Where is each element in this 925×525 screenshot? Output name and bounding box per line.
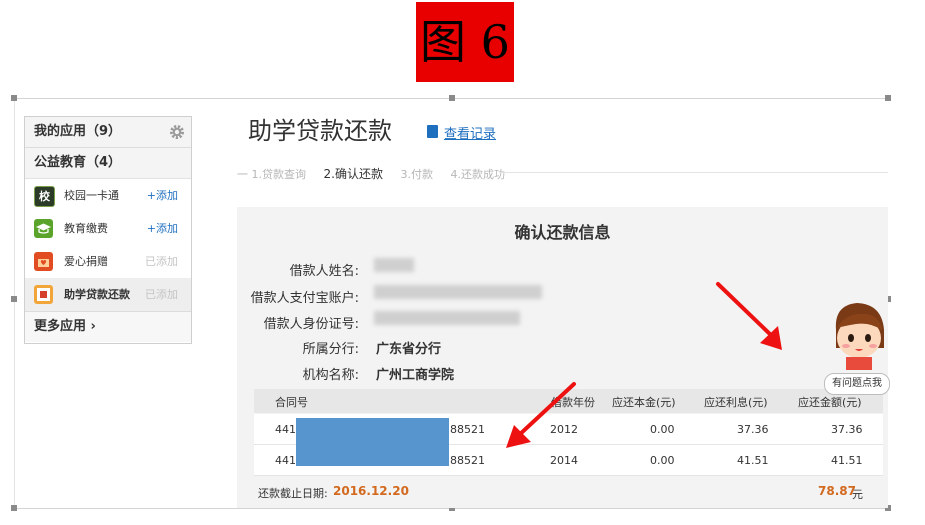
added-status: 已添加 bbox=[145, 288, 178, 301]
redaction-box bbox=[296, 418, 449, 466]
sidebar-item-label: 助学贷款还款 bbox=[64, 288, 130, 301]
campus-card-icon: 校 bbox=[34, 186, 55, 207]
total-amount: 78.87 bbox=[818, 484, 856, 498]
institution-value: 广州工商学院 bbox=[376, 368, 455, 383]
student-loan-icon bbox=[34, 285, 53, 304]
sidebar-item-education-fee[interactable]: 教育缴费 +添加 bbox=[25, 212, 191, 245]
add-app-link[interactable]: +添加 bbox=[147, 179, 178, 212]
id-number-blurred bbox=[374, 311, 520, 325]
annotation-arrow bbox=[506, 382, 576, 448]
step-2-current: 2.确认还款 bbox=[323, 167, 383, 181]
resize-handle[interactable] bbox=[11, 505, 17, 511]
gear-icon[interactable] bbox=[169, 124, 185, 140]
sidebar-item-campus-card[interactable]: 校 校园一卡通 +添加 bbox=[25, 179, 191, 212]
col-amount: 应还金额(元) bbox=[798, 396, 862, 409]
steps-divider bbox=[500, 172, 888, 173]
resize-handle[interactable] bbox=[449, 95, 455, 101]
help-button[interactable]: 有问题点我 bbox=[824, 373, 890, 395]
more-apps-link[interactable]: 更多应用 › bbox=[25, 311, 191, 342]
step-3: 3.付款 bbox=[400, 168, 433, 181]
interest: 41.51 bbox=[737, 454, 769, 467]
view-records-link[interactable]: 查看记录 bbox=[444, 123, 496, 142]
interest: 37.36 bbox=[737, 423, 769, 436]
branch-label: 所属分行: bbox=[302, 342, 359, 357]
contract-suffix: 88521 bbox=[450, 454, 485, 467]
added-status: 已添加 bbox=[145, 255, 178, 268]
my-apps-label: 我的应用（9） bbox=[34, 124, 122, 139]
page-title: 助学贷款还款 bbox=[248, 117, 392, 145]
principal: 0.00 bbox=[650, 423, 675, 436]
figure-label: 图 6 bbox=[416, 2, 514, 82]
col-contract: 合同号 bbox=[275, 396, 308, 409]
record-icon bbox=[427, 125, 438, 138]
sidebar-item-charity[interactable]: 爱心捐赠 已添加 bbox=[25, 245, 191, 278]
sidebar: 我的应用（9） 公益教育（4） 校 校园一卡通 +添加 教育缴费 +添加 爱心捐… bbox=[24, 116, 192, 344]
contract-prefix: 441 bbox=[275, 423, 296, 436]
currency-unit: 元 bbox=[852, 488, 863, 501]
institution-label: 机构名称: bbox=[302, 368, 359, 383]
section-header[interactable]: 公益教育（4） bbox=[25, 148, 191, 179]
help-mascot-icon[interactable] bbox=[826, 300, 888, 370]
contract-prefix: 441 bbox=[275, 454, 296, 467]
add-app-link[interactable]: +添加 bbox=[147, 212, 178, 245]
principal: 0.00 bbox=[650, 454, 675, 467]
graduation-cap-icon bbox=[34, 219, 53, 238]
deadline-label: 还款截止日期: bbox=[258, 487, 328, 500]
heart-gift-icon bbox=[34, 252, 53, 271]
borrower-name-label: 借款人姓名: bbox=[289, 264, 359, 279]
col-interest: 应还利息(元) bbox=[704, 396, 768, 409]
borrower-name-blurred bbox=[374, 258, 414, 272]
amount: 37.36 bbox=[831, 423, 863, 436]
col-principal: 应还本金(元) bbox=[612, 396, 676, 409]
resize-handle[interactable] bbox=[11, 296, 17, 302]
deadline-date: 2016.12.20 bbox=[333, 484, 409, 498]
step-1: 一 1.贷款查询 bbox=[237, 168, 306, 181]
alipay-account-label: 借款人支付宝账户: bbox=[250, 291, 359, 306]
progress-steps: 一 1.贷款查询 2.确认还款 3.付款 4.还款成功 bbox=[237, 165, 519, 182]
frame-left-border bbox=[14, 98, 15, 510]
branch-value: 广东省分行 bbox=[376, 342, 442, 357]
loan-year: 2014 bbox=[550, 454, 578, 467]
resize-handle[interactable] bbox=[885, 95, 891, 101]
alipay-account-blurred bbox=[374, 285, 542, 299]
amount: 41.51 bbox=[831, 454, 863, 467]
panel-title: 确认还款信息 bbox=[514, 223, 611, 242]
my-apps-header[interactable]: 我的应用（9） bbox=[25, 117, 191, 148]
sidebar-item-label: 教育缴费 bbox=[64, 222, 108, 235]
resize-handle[interactable] bbox=[11, 95, 17, 101]
sidebar-item-student-loan[interactable]: 助学贷款还款 已添加 bbox=[25, 278, 191, 311]
annotation-arrow bbox=[716, 282, 782, 350]
step-4: 4.还款成功 bbox=[450, 168, 505, 181]
contract-suffix: 88521 bbox=[450, 423, 485, 436]
id-number-label: 借款人身份证号: bbox=[263, 317, 359, 332]
sidebar-item-label: 爱心捐赠 bbox=[64, 255, 108, 268]
sidebar-item-label: 校园一卡通 bbox=[64, 189, 119, 202]
